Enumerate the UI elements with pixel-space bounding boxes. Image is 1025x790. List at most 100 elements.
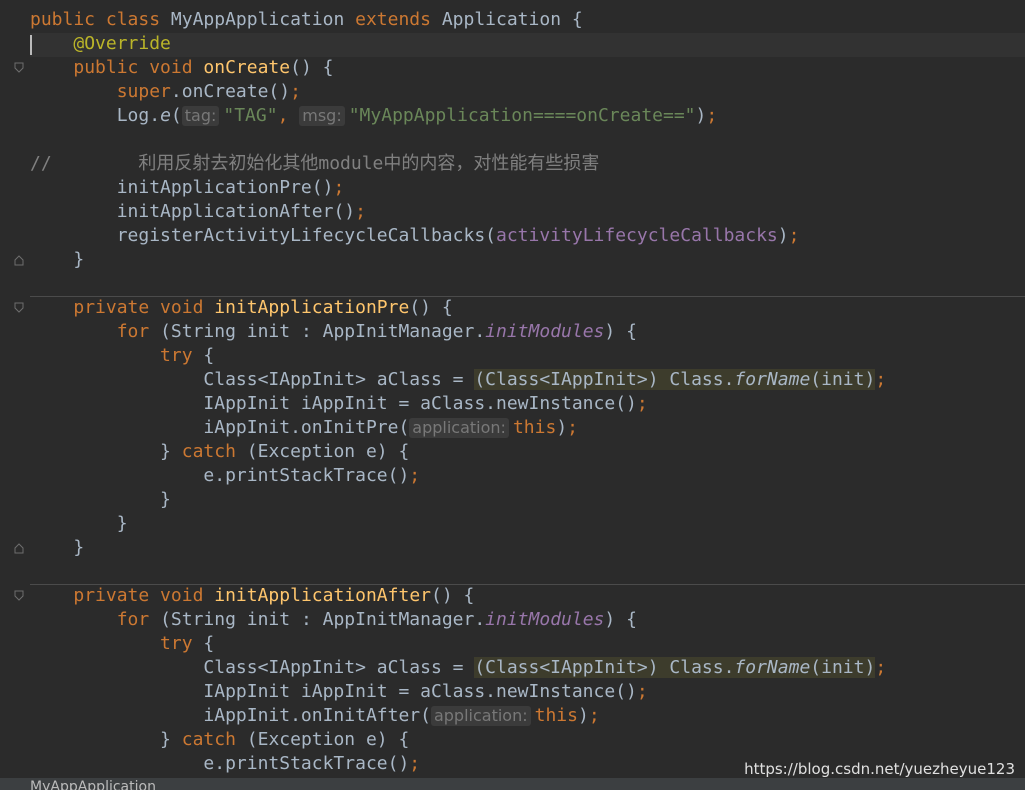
parameter-hint: msg:: [299, 106, 345, 126]
token-text: (: [170, 105, 182, 126]
fold-open-icon[interactable]: [14, 62, 24, 74]
token-keyword: catch: [181, 729, 247, 750]
code-line[interactable]: e.printStackTrace();: [30, 464, 420, 488]
code-line[interactable]: Class<IAppInit> aClass = (Class<IAppInit…: [30, 656, 886, 680]
token-text: Class<IAppInit> aClass =: [203, 369, 475, 390]
code-line[interactable]: for (String init : AppInitManager.initMo…: [30, 320, 637, 344]
token-text: () {: [409, 297, 453, 318]
token-keyword: try: [160, 345, 204, 366]
token-keyword: super: [116, 81, 171, 102]
code-line[interactable]: for (String init : AppInitManager.initMo…: [30, 608, 637, 632]
token-semicolon: ;: [588, 705, 600, 726]
token-comma: ,: [277, 105, 300, 126]
token-static-method: e: [160, 105, 171, 126]
token-text: (Class<IAppInit>) Class.: [474, 369, 735, 390]
token-text: (init): [810, 369, 876, 390]
fold-close-icon[interactable]: [14, 254, 24, 266]
token-method-name: initApplicationPre: [214, 297, 410, 318]
token-semicolon: ;: [636, 393, 648, 414]
code-line[interactable]: Log.e(tag: "TAG", msg: "MyAppApplication==…: [30, 104, 717, 128]
token-string: "TAG": [223, 105, 278, 126]
token-keyword: for: [116, 609, 161, 630]
token-string: "MyAppApplication====onCreate==": [348, 105, 696, 126]
token-text: ): [556, 417, 568, 438]
code-line[interactable]: e.printStackTrace();: [30, 752, 420, 776]
breadcrumb-bar: MyAppApplication: [0, 778, 1025, 790]
token-comment: 利用反射去初始化其他: [138, 153, 319, 174]
code-line[interactable]: IAppInit iAppInit = aClass.newInstance()…: [30, 680, 647, 704]
parameter-hint: tag:: [181, 106, 220, 126]
token-comment: 中的内容，对性能有些损害: [383, 153, 600, 174]
breadcrumb-item[interactable]: MyAppApplication: [30, 778, 156, 790]
code-line[interactable]: private void initApplicationAfter() {: [30, 584, 474, 608]
token-text: ) {: [604, 609, 637, 630]
token-text: (Class<IAppInit>) Class.: [474, 657, 735, 678]
token-text: }: [160, 441, 182, 462]
token-text: }: [160, 729, 182, 750]
code-line[interactable]: public class MyAppApplication extends Ap…: [30, 8, 583, 32]
token-text: {: [203, 633, 215, 654]
token-comment: //: [30, 153, 139, 174]
token-text: }: [73, 537, 85, 558]
code-editor[interactable]: public class MyAppApplication extends Ap…: [0, 0, 1025, 778]
token-keyword: this: [534, 705, 578, 726]
code-line[interactable]: initApplicationPre();: [30, 176, 345, 200]
code-line[interactable]: }: [30, 536, 84, 560]
token-semicolon: ;: [333, 177, 345, 198]
caret-line-highlight: [30, 33, 1025, 57]
token-keyword: try: [160, 633, 204, 654]
token-keyword: for: [116, 321, 161, 342]
code-line[interactable]: public void onCreate() {: [30, 56, 333, 80]
token-text: () {: [290, 57, 334, 78]
token-text: initApplicationPre(): [116, 177, 334, 198]
token-text: ): [695, 105, 707, 126]
code-line[interactable]: } catch (Exception e) {: [30, 440, 409, 464]
code-line[interactable]: registerActivityLifecycleCallbacks(activ…: [30, 224, 800, 248]
token-comment: module: [318, 153, 384, 174]
code-line[interactable]: try {: [30, 632, 214, 656]
token-text: () {: [431, 585, 475, 606]
token-static-method: forName: [734, 657, 811, 678]
token-annotation: @Override: [73, 33, 171, 54]
code-line[interactable]: }: [30, 488, 171, 512]
token-semicolon: ;: [875, 657, 887, 678]
token-text: Application {: [441, 9, 583, 30]
token-text: }: [160, 489, 171, 510]
token-text: ): [777, 225, 789, 246]
code-line[interactable]: }: [30, 512, 128, 536]
fold-open-icon[interactable]: [14, 590, 24, 602]
fold-close-icon[interactable]: [14, 542, 24, 554]
token-keyword: private void: [73, 585, 215, 606]
highlighted-cast: (Class<IAppInit>) Class.forName(init): [474, 369, 876, 390]
token-keyword: this: [512, 417, 557, 438]
token-keyword: extends: [355, 9, 442, 30]
token-keyword: private void: [73, 297, 215, 318]
code-line[interactable]: iAppInit.onInitAfter(application: this);: [30, 704, 600, 728]
editor-gutter[interactable]: [0, 0, 30, 778]
code-line[interactable]: try {: [30, 344, 214, 368]
token-text: (String init : AppInitManager.: [160, 321, 486, 342]
parameter-hint: application:: [409, 418, 509, 438]
token-text: Class<IAppInit> aClass =: [203, 657, 475, 678]
token-text: initApplicationAfter(): [116, 201, 356, 222]
code-line[interactable]: IAppInit iAppInit = aClass.newInstance()…: [30, 392, 648, 416]
token-keyword: catch: [181, 441, 247, 462]
code-line[interactable]: super.onCreate();: [30, 80, 301, 104]
code-line[interactable]: iAppInit.onInitPre(application: this);: [30, 416, 578, 440]
token-text: }: [116, 513, 128, 534]
token-class-name: MyAppApplication: [170, 9, 356, 30]
token-semicolon: ;: [788, 225, 800, 246]
token-text: (Exception e) {: [246, 729, 410, 750]
code-line[interactable]: @Override: [30, 32, 171, 56]
token-semicolon: ;: [355, 201, 366, 222]
token-method-name: onCreate: [203, 57, 291, 78]
fold-open-icon[interactable]: [14, 302, 24, 314]
code-line-comment[interactable]: // 利用反射去初始化其他module中的内容，对性能有些损害: [30, 152, 599, 176]
code-line[interactable]: } catch (Exception e) {: [30, 728, 409, 752]
code-line[interactable]: private void initApplicationPre() {: [30, 296, 453, 320]
code-line[interactable]: }: [30, 248, 84, 272]
code-line[interactable]: initApplicationAfter();: [30, 200, 366, 224]
token-text: ) {: [604, 321, 637, 342]
code-line[interactable]: Class<IAppInit> aClass = (Class<IAppInit…: [30, 368, 886, 392]
token-text: Log.: [116, 105, 161, 126]
